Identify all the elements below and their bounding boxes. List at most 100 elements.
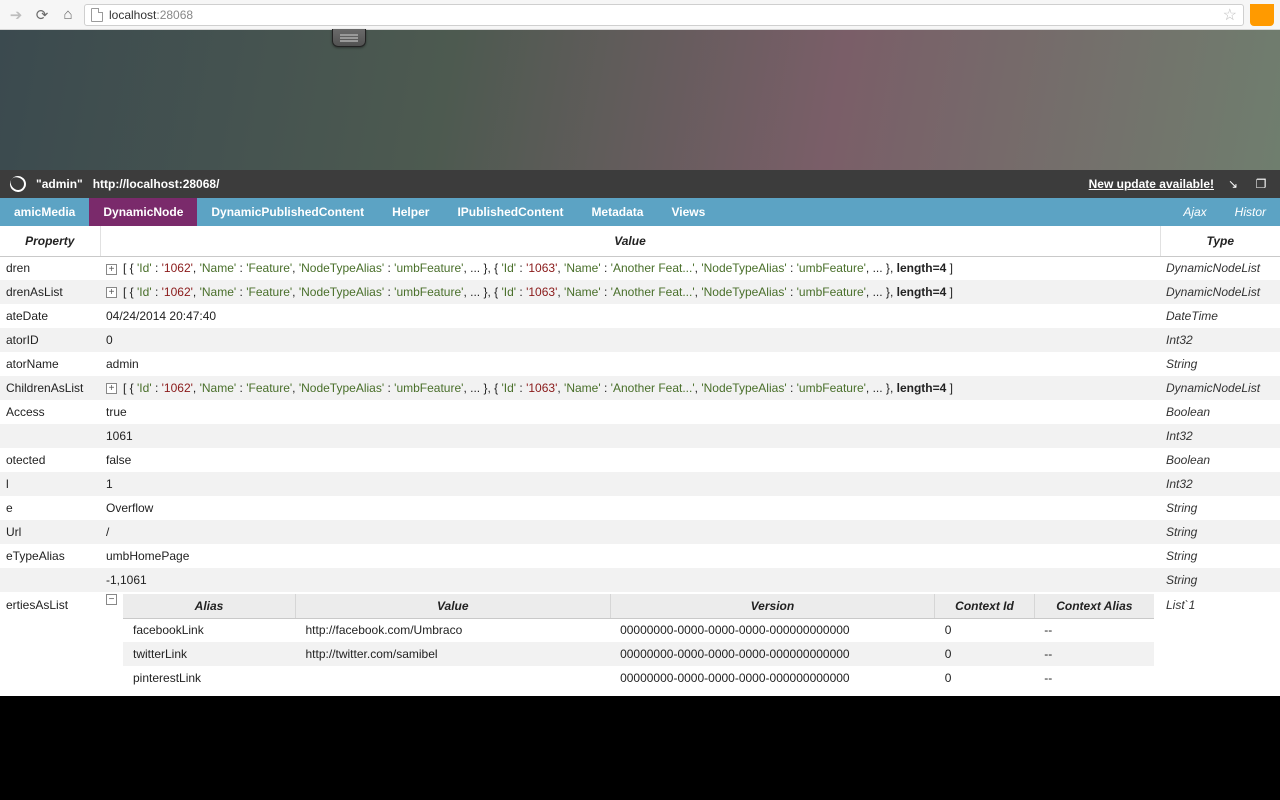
nested-properties-table: AliasValueVersionContext IdContext Alias… <box>123 594 1154 690</box>
popout-icon[interactable]: ❐ <box>1252 175 1270 193</box>
property-name: atorName <box>0 352 100 376</box>
nested-cell-version: 00000000-0000-0000-0000-000000000000 <box>610 618 935 642</box>
nested-cell-version: 00000000-0000-0000-0000-000000000000 <box>610 642 935 666</box>
property-value: +[ { 'Id' : '1062', 'Name' : 'Feature', … <box>100 256 1160 280</box>
nested-cell-version: 00000000-0000-0000-0000-000000000000 <box>610 666 935 690</box>
nested-cell-value <box>296 666 611 690</box>
tab-dynamicnode[interactable]: DynamicNode <box>89 198 197 226</box>
tab-views[interactable]: Views <box>657 198 719 226</box>
properties-panel: Property Value Type dren+[ { 'Id' : '106… <box>0 226 1280 696</box>
property-type: Boolean <box>1160 448 1280 472</box>
table-row: otectedfalseBoolean <box>0 448 1280 472</box>
col-value: Value <box>100 226 1160 256</box>
property-type: String <box>1160 520 1280 544</box>
debug-header: "admin" http://localhost:28068/ New upda… <box>0 170 1280 198</box>
property-value: false <box>100 448 1160 472</box>
property-value: 1061 <box>100 424 1160 448</box>
debug-tabs: amicMediaDynamicNodeDynamicPublishedCont… <box>0 198 1280 226</box>
tab-histor[interactable]: Histor <box>1221 198 1280 226</box>
table-row: AccesstrueBoolean <box>0 400 1280 424</box>
nested-row: pinterestLink 00000000-0000-0000-0000-000… <box>123 666 1154 690</box>
property-type: String <box>1160 352 1280 376</box>
property-type: DynamicNodeList <box>1160 280 1280 304</box>
property-type: String <box>1160 496 1280 520</box>
minimize-icon[interactable]: ↘ <box>1224 175 1242 193</box>
property-type: Int32 <box>1160 424 1280 448</box>
property-type: String <box>1160 544 1280 568</box>
table-row: ertiesAsList−AliasValueVersionContext Id… <box>0 592 1280 690</box>
properties-table: Property Value Type dren+[ { 'Id' : '106… <box>0 226 1280 690</box>
property-name: l <box>0 472 100 496</box>
url-host: localhost <box>109 8 156 22</box>
tab-metadata[interactable]: Metadata <box>577 198 657 226</box>
bookmark-star-icon[interactable]: ☆ <box>1223 5 1237 25</box>
property-value: +[ { 'Id' : '1062', 'Name' : 'Feature', … <box>100 280 1160 304</box>
property-name: Url <box>0 520 100 544</box>
table-row: eOverflowString <box>0 496 1280 520</box>
table-row: eTypeAliasumbHomePageString <box>0 544 1280 568</box>
collapse-icon[interactable]: − <box>106 594 117 605</box>
glimpse-logo-icon <box>7 173 29 195</box>
table-row: -1,1061String <box>0 568 1280 592</box>
tab-ipublishedcontent[interactable]: IPublishedContent <box>443 198 577 226</box>
tab-helper[interactable]: Helper <box>378 198 443 226</box>
nested-cell-contextalias: -- <box>1034 642 1154 666</box>
expand-icon[interactable]: + <box>106 383 117 394</box>
browser-toolbar: ➔ ⟳ ⌂ localhost:28068 ☆ <box>0 0 1280 30</box>
nested-row: facebookLinkhttp://facebook.com/Umbraco0… <box>123 618 1154 642</box>
reload-icon[interactable]: ⟳ <box>32 5 52 25</box>
nested-cell-value: http://facebook.com/Umbraco <box>296 618 611 642</box>
extension-badge[interactable] <box>1250 4 1274 26</box>
table-row: atorNameadminString <box>0 352 1280 376</box>
property-value: 0 <box>100 328 1160 352</box>
address-bar[interactable]: localhost:28068 ☆ <box>84 4 1244 26</box>
debug-url: http://localhost:28068/ <box>93 177 220 191</box>
property-name: Access <box>0 400 100 424</box>
property-type: DateTime <box>1160 304 1280 328</box>
property-value: true <box>100 400 1160 424</box>
nested-cell-contextid: 0 <box>935 618 1034 642</box>
panel-grip-icon[interactable] <box>332 29 366 47</box>
property-type: Boolean <box>1160 400 1280 424</box>
nested-col-version: Version <box>610 594 935 618</box>
forward-icon[interactable]: ➔ <box>6 5 26 25</box>
expand-icon[interactable]: + <box>106 287 117 298</box>
nested-col-contextalias: Context Alias <box>1034 594 1154 618</box>
property-name: e <box>0 496 100 520</box>
nested-col-alias: Alias <box>123 594 296 618</box>
home-icon[interactable]: ⌂ <box>58 5 78 25</box>
table-row: 1061Int32 <box>0 424 1280 448</box>
url-port: :28068 <box>156 8 193 22</box>
nested-cell-contextid: 0 <box>935 666 1034 690</box>
table-row: drenAsList+[ { 'Id' : '1062', 'Name' : '… <box>0 280 1280 304</box>
property-value: 04/24/2014 20:47:40 <box>100 304 1160 328</box>
property-name: otected <box>0 448 100 472</box>
table-row: atorID0Int32 <box>0 328 1280 352</box>
property-name <box>0 568 100 592</box>
nested-cell-value: http://twitter.com/samibel <box>296 642 611 666</box>
property-value: Overflow <box>100 496 1160 520</box>
nested-cell-contextalias: -- <box>1034 618 1154 642</box>
nested-col-value: Value <box>296 594 611 618</box>
nested-cell-alias: pinterestLink <box>123 666 296 690</box>
update-available-link[interactable]: New update available! <box>1089 177 1214 191</box>
tab-dynamicpublishedcontent[interactable]: DynamicPublishedContent <box>197 198 378 226</box>
property-value: −AliasValueVersionContext IdContext Alia… <box>100 592 1160 690</box>
address-url: localhost:28068 <box>109 8 193 22</box>
property-type: String <box>1160 568 1280 592</box>
col-property: Property <box>0 226 100 256</box>
tab-ajax[interactable]: Ajax <box>1169 198 1220 226</box>
nested-col-contextid: Context Id <box>935 594 1034 618</box>
property-type: DynamicNodeList <box>1160 376 1280 400</box>
table-row: ateDate04/24/2014 20:47:40DateTime <box>0 304 1280 328</box>
property-name: drenAsList <box>0 280 100 304</box>
expand-icon[interactable]: + <box>106 264 117 275</box>
tab-amicmedia[interactable]: amicMedia <box>0 198 89 226</box>
nested-cell-alias: facebookLink <box>123 618 296 642</box>
nested-cell-contextid: 0 <box>935 642 1034 666</box>
property-name: ChildrenAsList <box>0 376 100 400</box>
property-name: atorID <box>0 328 100 352</box>
table-row: Url/String <box>0 520 1280 544</box>
bottom-gap <box>0 696 1280 800</box>
page-backdrop <box>0 30 1280 170</box>
